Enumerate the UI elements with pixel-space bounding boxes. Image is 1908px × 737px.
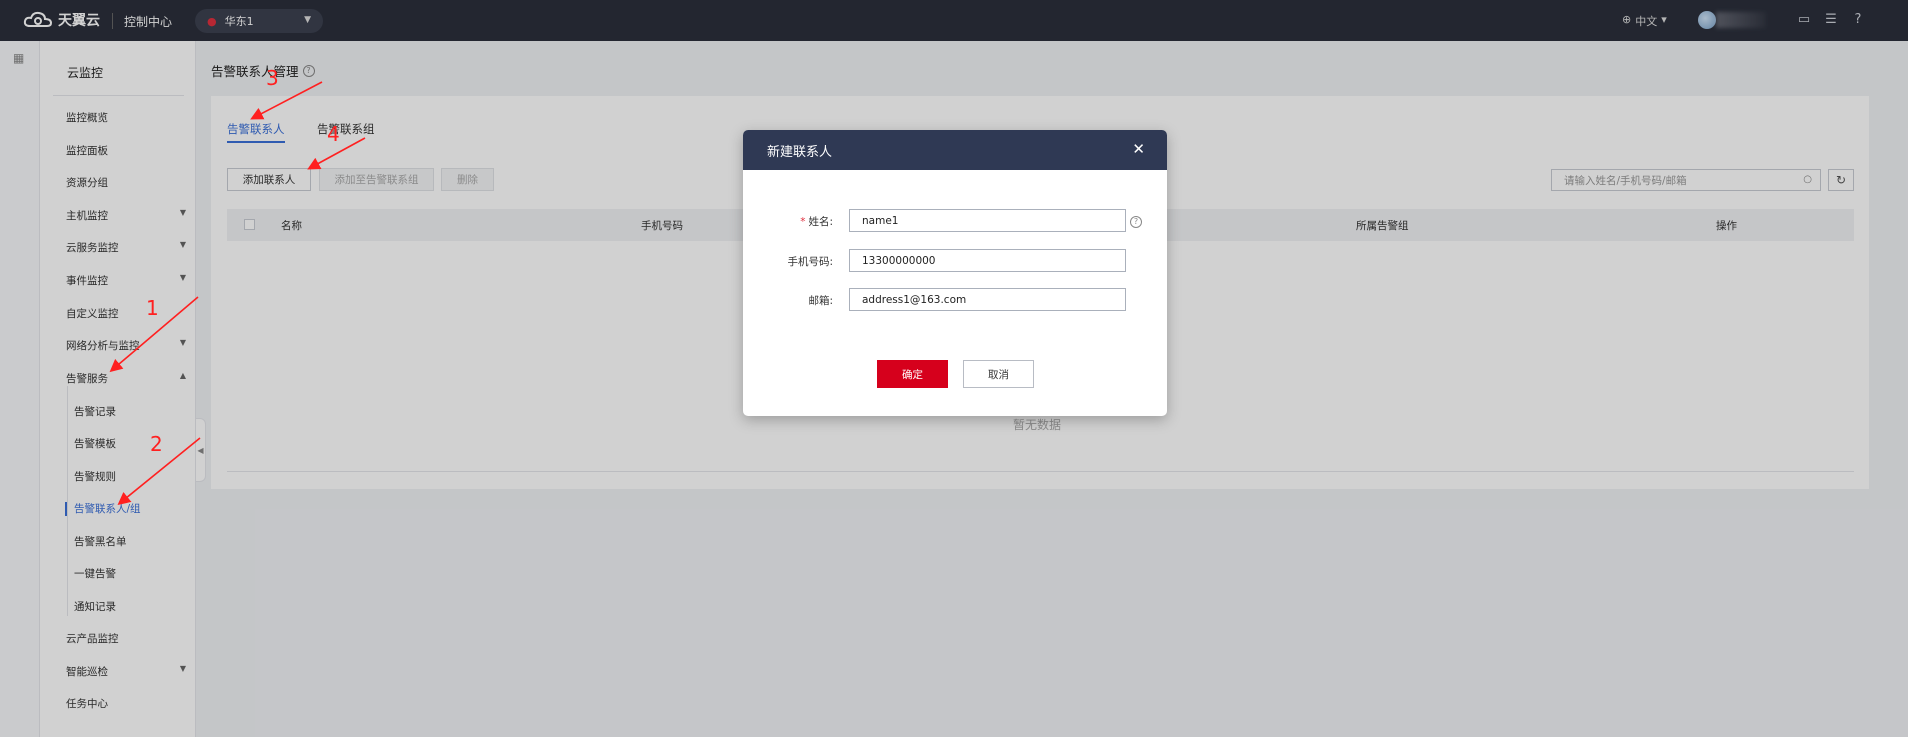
close-icon[interactable]: ✕ [1132,140,1145,158]
phone-field[interactable] [849,249,1126,272]
dialog-title: 新建联系人 [767,144,833,160]
email-field[interactable] [849,288,1126,311]
dialog-header: 新建联系人 ✕ [743,130,1167,170]
email-label: 邮箱: [808,295,833,307]
confirm-button[interactable]: 确定 [877,360,948,388]
phone-label: 手机号码: [787,256,833,268]
required-mark: * [800,216,806,228]
new-contact-dialog: 新建联系人 ✕ *姓名: ? 手机号码: 邮箱: 确定 取消 [743,130,1167,416]
cancel-button[interactable]: 取消 [963,360,1034,388]
annotation-number-2: 2 [150,432,163,456]
help-icon[interactable]: ? [1130,216,1142,228]
annotation-number-1: 1 [146,296,159,320]
annotation-number-4: 4 [327,122,340,146]
annotation-number-3: 3 [266,66,279,90]
name-label: * 姓名: [800,216,833,228]
name-field[interactable] [849,209,1126,232]
